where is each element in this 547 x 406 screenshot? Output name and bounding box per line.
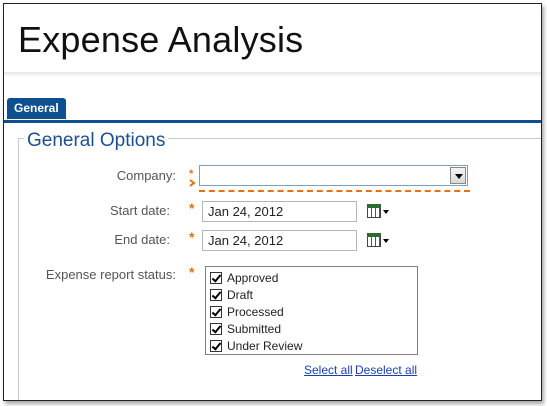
- chevron-down-icon: [383, 239, 389, 243]
- page-title: Expense Analysis: [18, 19, 304, 60]
- checkbox-checked[interactable]: [210, 323, 222, 335]
- tab-strip: General: [4, 98, 541, 123]
- calendar-icon: [367, 204, 381, 218]
- company-label: Company:: [116, 168, 176, 183]
- start-date-input[interactable]: Jan 24, 2012: [202, 201, 357, 222]
- select-all-link[interactable]: Select all: [304, 363, 353, 377]
- app-window: Expense Analysis General General Options…: [3, 3, 542, 401]
- tab-general[interactable]: General: [7, 98, 66, 119]
- end-date-input[interactable]: Jan 24, 2012: [202, 230, 357, 251]
- status-option-label: Draft: [227, 288, 254, 302]
- end-date-calendar-button[interactable]: [367, 232, 391, 251]
- deselect-all-link[interactable]: Deselect all: [355, 363, 417, 377]
- company-error-underline: [199, 190, 470, 192]
- required-marker: *: [189, 200, 195, 216]
- end-date-label: End date:: [114, 232, 170, 247]
- chevron-down-icon[interactable]: [450, 167, 466, 184]
- section-legend: General Options: [24, 130, 169, 152]
- start-date-calendar-button[interactable]: [367, 203, 391, 222]
- status-option-label: Submitted: [227, 322, 282, 336]
- checkbox-checked[interactable]: [210, 289, 222, 301]
- checkbox-checked[interactable]: [210, 272, 222, 284]
- status-option-label: Under Review: [227, 339, 303, 353]
- status-label: Expense report status:: [45, 267, 176, 282]
- start-date-label: Start date:: [110, 203, 170, 218]
- company-select[interactable]: [199, 165, 468, 186]
- checkbox-checked[interactable]: [210, 306, 222, 318]
- chevron-down-icon: [383, 210, 389, 214]
- required-marker: *: [189, 229, 195, 245]
- required-error-icon: *: [189, 168, 196, 187]
- status-option-label: Approved: [227, 271, 279, 285]
- status-listbox: Approved Draft Processed Submitted Under…: [205, 266, 418, 355]
- checkbox-checked[interactable]: [210, 340, 222, 352]
- required-marker: *: [189, 264, 195, 280]
- title-bar: Expense Analysis: [4, 4, 541, 76]
- calendar-icon: [367, 233, 381, 247]
- svg-text:*: *: [189, 168, 194, 180]
- title-divider: [4, 72, 541, 76]
- status-option-label: Processed: [227, 305, 284, 319]
